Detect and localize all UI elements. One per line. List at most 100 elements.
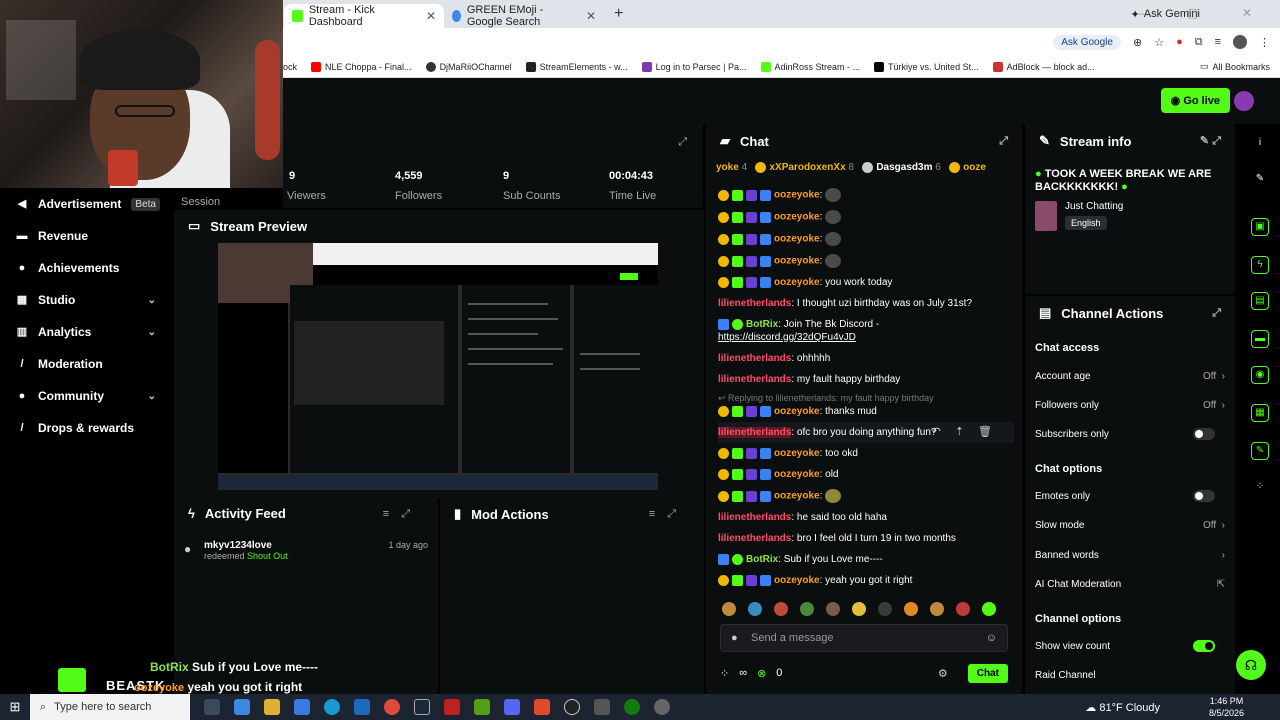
chat-username[interactable]: oozeyoke [774,469,820,480]
support-button[interactable]: ☊ [1236,650,1266,680]
expand-icon[interactable]: ⤢ [999,135,1008,148]
tab-kick-dashboard[interactable]: Stream - Kick Dashboard ✕ [284,4,444,28]
windows-start-icon[interactable]: ⊞ [0,699,30,715]
translate-icon[interactable]: ⊕ [1133,36,1142,49]
ask-google-button[interactable]: Ask Google [1053,34,1121,50]
emote-icon[interactable] [748,602,762,616]
discord-link[interactable]: https://discord.gg/32dQFu4vJD [718,332,856,343]
edge-icon[interactable] [324,699,340,715]
chrome-icon[interactable] [384,699,400,715]
chat-username[interactable]: BotRix [746,554,778,565]
sidebar-item-community[interactable]: ● Community ⌄ [0,380,172,412]
chat-username[interactable]: oozeyoke [774,575,820,586]
sidebar-item-studio[interactable]: ▦ Studio ⌄ [0,284,172,316]
bookmark-item[interactable]: DjMaRiiOChannel [425,61,512,72]
raid-channel-setting[interactable]: Raid Channel [1035,670,1225,681]
profile-avatar[interactable] [1233,35,1247,49]
emote-icon[interactable] [826,602,840,616]
account-age-setting[interactable]: Account age Off › [1035,371,1225,382]
user-avatar[interactable] [1234,91,1254,111]
all-bookmarks[interactable]: ▭ All Bookmarks [1200,61,1270,72]
system-clock[interactable]: 1:46 PM 8/5/2026 [1209,695,1244,719]
emote-icon[interactable] [956,602,970,616]
chat-username[interactable]: oozeyoke [774,256,820,267]
menu-icon[interactable]: ⋮ [1259,36,1270,49]
sidebar-item-revenue[interactable]: ▬ Revenue [0,220,172,252]
emote-icon[interactable] [982,602,996,616]
lightning-icon[interactable]: ϟ [1251,256,1269,274]
emote-icon[interactable] [800,602,814,616]
emote-icon[interactable] [930,602,944,616]
brave-icon[interactable] [534,699,550,715]
copilot-icon[interactable] [234,699,250,715]
chat-username[interactable]: lilienetherlands [718,427,792,438]
leaderboard-user[interactable]: yoke [716,162,739,173]
weather-widget[interactable]: ☁ 81°F Cloudy [1085,701,1160,714]
close-tab-icon[interactable]: ✕ [426,9,436,23]
chat-username[interactable]: lilienetherlands [718,374,791,385]
sidebar-item-analytics[interactable]: ▥ Analytics ⌄ [0,316,172,348]
tab-google-search[interactable]: GREEN EMoji - Google Search ✕ [444,4,604,28]
bookmark-item[interactable]: NLE Choppa - Final... [311,61,412,72]
expand-icon[interactable]: ⤢ [678,136,687,149]
chat-username[interactable]: oozeyoke [774,277,820,288]
leaderboard-user[interactable]: Dasgasd3m [876,162,932,173]
document-icon[interactable]: ▤ [1251,292,1269,310]
file-explorer-icon[interactable] [264,699,280,715]
chat-username[interactable]: oozeyoke [774,190,820,201]
sidebar-item-moderation[interactable]: / Moderation [0,348,172,380]
sidebar-item-drops-rewards[interactable]: / Drops & rewards [0,412,172,444]
send-chat-button[interactable]: Chat [967,663,1008,683]
layers-icon[interactable]: ▦ [1251,404,1269,422]
emote-icon[interactable] [774,602,788,616]
bookmark-item[interactable]: Türkiye vs. United St... [874,61,979,72]
bookmark-item[interactable]: Log in to Parsec | Pa... [641,61,747,72]
chat-username[interactable]: lilienetherlands [718,533,791,544]
bookmark-item[interactable]: StreamElements - w... [525,61,628,72]
media-app-icon[interactable] [444,699,460,715]
settings-icon[interactable] [594,699,610,715]
leaderboard-user[interactable]: ooze [963,162,986,173]
expand-icon[interactable]: ⤢ [1212,307,1221,320]
emotes-only-toggle[interactable] [1193,490,1215,502]
followers-only-setting[interactable]: Followers only Off › [1035,400,1225,411]
screen-icon[interactable]: ▣ [1251,218,1269,236]
emoji-picker-icon[interactable]: ☺ [986,632,997,644]
emote-icon[interactable] [904,602,918,616]
gear-icon[interactable]: ⚙ [938,667,948,680]
users-icon[interactable]: ⁘ [720,667,729,680]
sidebar-item-advertisement[interactable]: ◀ Advertisement Beta [0,188,172,220]
chat-username[interactable]: oozeyoke [774,212,820,223]
obs-icon[interactable] [564,699,580,715]
bookmark-item[interactable]: AdinRoss Stream - ... [760,61,860,72]
xbox-icon[interactable] [624,699,640,715]
wrench-icon[interactable]: ✎ [1251,442,1269,460]
filter-icon[interactable]: ≡⤢ [383,508,422,521]
leaderboard-user[interactable]: xXParodoxenXx [769,162,845,173]
edit-icon[interactable]: ✎ ⤢ [1200,134,1221,148]
chat-username[interactable]: lilienetherlands [718,353,791,364]
chat-input[interactable]: ● Send a message ☺ [720,624,1008,652]
pen-icon[interactable]: ✎ [1251,170,1269,188]
outlook-icon[interactable] [354,699,370,715]
close-tab-icon[interactable]: ✕ [586,9,596,23]
message-actions[interactable]: ↶⇡🗑 [932,426,1006,439]
emote-icon[interactable] [878,602,892,616]
task-view-icon[interactable] [204,699,220,715]
window-controls[interactable]: – ▢ ✕ [1137,6,1272,20]
info-icon[interactable]: i [1251,134,1269,152]
slow-mode-setting[interactable]: Slow mode Off › [1035,520,1225,531]
sidebar-item-achievements[interactable]: ● Achievements [0,252,172,284]
chat-username[interactable]: oozeyoke [774,448,820,459]
bookmark-item[interactable]: ock [283,62,297,72]
star-icon[interactable]: ☆ [1154,36,1164,49]
chat-bubble-icon[interactable]: ▬ [1251,330,1269,348]
bookmark-item[interactable]: AdBlock — block ad... [992,61,1095,72]
chat-username[interactable]: lilienetherlands [718,298,791,309]
extension-icon[interactable]: ● [1176,36,1183,48]
puzzle-icon[interactable]: ⧉ [1195,36,1203,49]
taskbar-search[interactable]: ⌕ Type here to search [30,694,190,720]
chat-username[interactable]: oozeyoke [774,491,820,502]
app-icon[interactable] [654,699,670,715]
stream-preview-video[interactable] [218,243,658,490]
